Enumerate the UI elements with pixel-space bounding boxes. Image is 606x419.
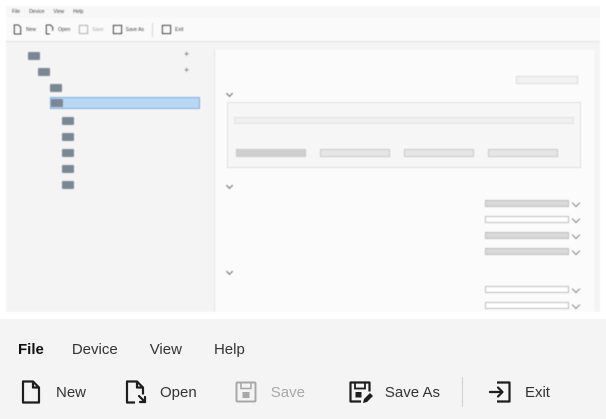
- section-header[interactable]: [227, 88, 347, 98]
- edit-icon[interactable]: [571, 230, 581, 240]
- setting-field[interactable]: [485, 248, 569, 255]
- save-button[interactable]: Save: [233, 379, 305, 405]
- open-document-icon: [45, 24, 54, 35]
- setting-field[interactable]: [485, 200, 569, 207]
- thumb-toolbar-separator: [152, 22, 154, 37]
- exit-button-label: Exit: [524, 383, 550, 401]
- menu-view[interactable]: View: [150, 341, 182, 358]
- section-button[interactable]: [320, 149, 390, 157]
- open-document-icon: [125, 380, 147, 404]
- module-icon: [62, 117, 74, 125]
- edit-icon[interactable]: [571, 198, 581, 208]
- new-document-icon: [13, 24, 22, 35]
- save-icon: [235, 381, 257, 403]
- edit-icon[interactable]: [571, 214, 581, 224]
- thumb-menu-view[interactable]: View: [53, 9, 64, 15]
- edit-icon[interactable]: [571, 284, 581, 294]
- module-icon: [62, 181, 74, 189]
- thumb-menu-help[interactable]: Help: [73, 9, 83, 15]
- new-button-label: New: [56, 383, 87, 401]
- save-icon: [79, 24, 89, 35]
- save-as-button-label: Save As: [384, 383, 440, 401]
- section-button[interactable]: [236, 149, 306, 157]
- save-as-button[interactable]: Save As: [347, 379, 440, 405]
- exit-icon: [488, 381, 511, 403]
- device-tree: + +: [14, 46, 204, 308]
- setting-field[interactable]: [485, 216, 569, 223]
- tree-node-item[interactable]: [62, 147, 117, 159]
- section-header[interactable]: [227, 266, 327, 276]
- setting-field[interactable]: [485, 286, 569, 293]
- thumb-open-button[interactable]: Open: [44, 24, 70, 35]
- exit-button[interactable]: Exit: [487, 379, 550, 405]
- section-button[interactable]: [488, 149, 558, 157]
- tree-add-icon[interactable]: +: [184, 65, 189, 75]
- settings-panel: [214, 50, 594, 312]
- setting-field[interactable]: [485, 232, 569, 239]
- tree-node-selected[interactable]: [50, 97, 200, 109]
- thumb-toolbar: New Open Save Save As Exit: [6, 18, 600, 42]
- tree-node-station[interactable]: [38, 66, 88, 78]
- menu-help[interactable]: Help: [214, 341, 245, 358]
- module-icon: [51, 99, 63, 107]
- station-icon: [38, 68, 50, 76]
- tree-node-item[interactable]: [62, 163, 152, 175]
- module-icon: [62, 149, 74, 157]
- open-button[interactable]: Open: [122, 379, 197, 405]
- tree-node-group[interactable]: [50, 82, 110, 94]
- panel-option-checkbox[interactable]: [516, 76, 578, 84]
- menu-device[interactable]: Device: [72, 341, 118, 358]
- save-as-icon: [349, 381, 373, 403]
- main-toolbar: New Open Save Save As Exit: [18, 377, 550, 407]
- zoomed-toolbar-area: File Device View Help New Open Save Save…: [0, 319, 606, 419]
- application-window-thumbnail: File Device View Help New Open Save Save…: [6, 6, 600, 312]
- section-header[interactable]: [227, 180, 307, 190]
- tree-node-root[interactable]: [28, 50, 148, 62]
- thumb-menu-file[interactable]: File: [12, 9, 20, 15]
- section-button[interactable]: [404, 149, 474, 157]
- tree-node-item[interactable]: [62, 131, 112, 143]
- thumb-save-as-button[interactable]: Save As: [112, 24, 144, 35]
- new-button[interactable]: New: [18, 379, 86, 405]
- new-document-icon: [21, 380, 41, 404]
- edit-icon[interactable]: [571, 300, 581, 310]
- folder-icon: [50, 84, 62, 92]
- thumb-exit-button[interactable]: Exit: [161, 24, 183, 35]
- tree-node-item[interactable]: [62, 115, 112, 127]
- section-box: [227, 102, 581, 168]
- edit-icon[interactable]: [571, 246, 581, 256]
- open-button-label: Open: [160, 383, 197, 401]
- thumb-menubar: File Device View Help: [6, 6, 600, 18]
- menu-file[interactable]: File: [18, 341, 44, 358]
- tree-add-icon[interactable]: +: [184, 49, 189, 59]
- thumb-menu-device[interactable]: Device: [29, 9, 44, 15]
- toolbar-separator: [461, 377, 463, 407]
- save-button-label: Save: [270, 383, 305, 401]
- setting-field[interactable]: [485, 302, 569, 309]
- exit-icon: [161, 24, 172, 35]
- save-as-icon: [112, 24, 122, 35]
- info-text-field: [234, 117, 574, 124]
- menubar: File Device View Help: [18, 341, 277, 358]
- module-icon: [62, 133, 74, 141]
- tree-node-item[interactable]: [62, 179, 112, 191]
- device-icon: [28, 52, 40, 60]
- thumb-save-button[interactable]: Save: [78, 24, 104, 35]
- thumb-new-button[interactable]: New: [12, 24, 36, 35]
- module-icon: [62, 165, 74, 173]
